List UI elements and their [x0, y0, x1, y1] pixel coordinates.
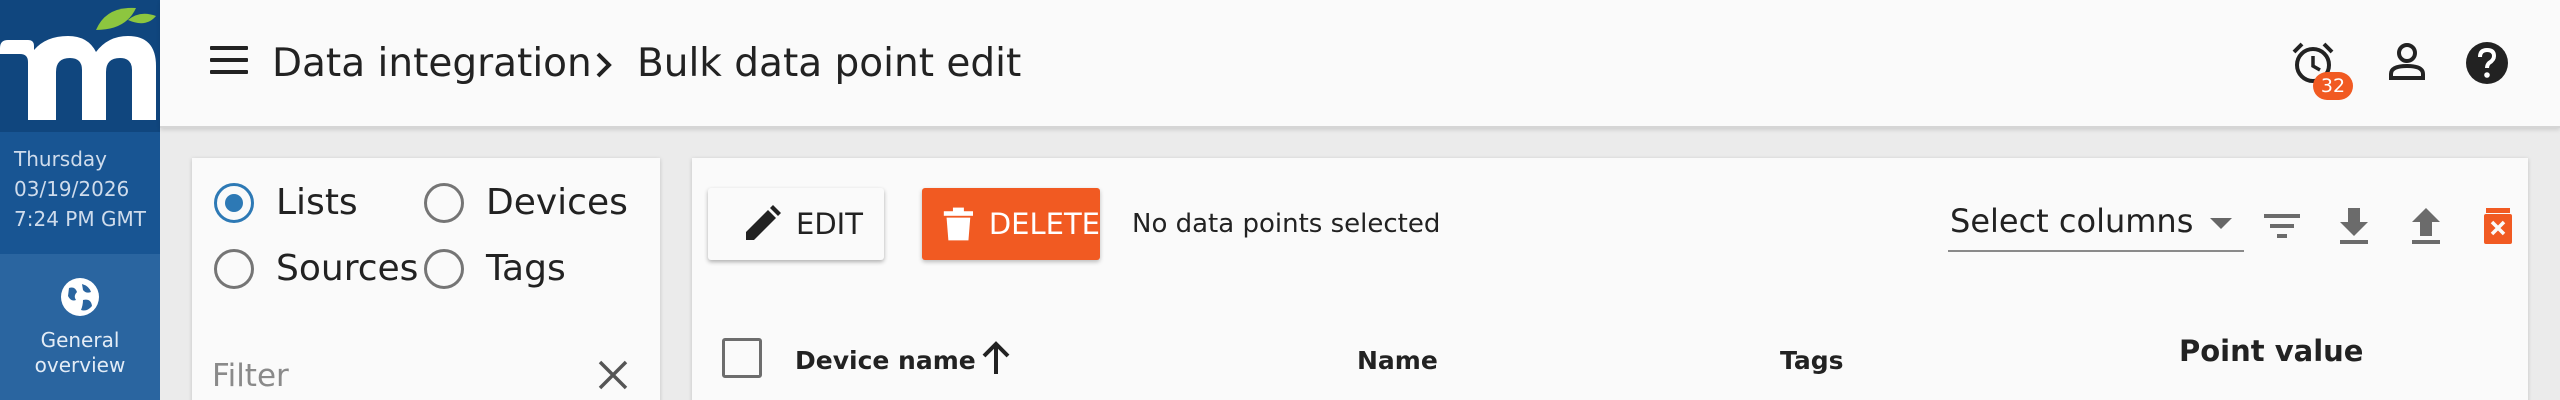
nav-item-label-line2: overview — [34, 353, 126, 377]
person-icon[interactable] — [2382, 38, 2432, 88]
column-header-tags[interactable]: Tags — [1780, 346, 1843, 375]
radio-lists[interactable]: Lists — [214, 182, 358, 223]
help-icon[interactable] — [2462, 38, 2512, 88]
select-all-checkbox[interactable] — [722, 338, 762, 378]
menu-icon[interactable] — [210, 46, 248, 80]
chevron-down-icon — [2210, 218, 2232, 229]
column-header-name[interactable]: Name — [1357, 346, 1438, 375]
filter-panel: Lists Devices Sources Tags — [192, 158, 660, 400]
select-columns-dropdown[interactable]: Select columns — [1948, 194, 2244, 252]
selection-status: No data points selected — [1132, 209, 1441, 239]
radio-tags[interactable]: Tags — [424, 248, 566, 289]
chevron-right-icon — [596, 52, 612, 78]
radio-label: Sources — [276, 248, 419, 289]
upload-icon[interactable] — [2404, 204, 2448, 248]
delete-filter-icon[interactable] — [2476, 204, 2520, 248]
edit-button-label: EDIT — [796, 207, 863, 241]
radio-circle[interactable] — [214, 248, 254, 289]
globe-icon — [61, 278, 99, 316]
radio-circle[interactable] — [424, 248, 464, 289]
date-time-display: Thursday 03/19/2026 7:24 PM GMT — [0, 132, 160, 254]
select-columns-label: Select columns — [1950, 202, 2194, 240]
left-rail: Thursday 03/19/2026 7:24 PM GMT General … — [0, 0, 160, 400]
pencil-icon — [746, 205, 781, 240]
radio-circle[interactable] — [214, 182, 254, 223]
day-label: Thursday — [14, 147, 107, 171]
app-logo[interactable] — [0, 0, 160, 132]
top-header: Data integration Bulk data point edit 32 — [160, 0, 2560, 128]
radio-devices[interactable]: Devices — [424, 182, 628, 223]
radio-sources[interactable]: Sources — [214, 248, 418, 289]
page-title: Bulk data point edit — [637, 41, 1022, 86]
date-label: 03/19/2026 — [14, 177, 130, 201]
filter-input[interactable] — [212, 352, 572, 400]
trash-icon — [943, 207, 974, 241]
radio-label: Devices — [486, 182, 628, 223]
edit-button[interactable]: EDIT — [708, 188, 884, 260]
alarm-count-badge: 32 — [2313, 72, 2353, 100]
filter-list-icon[interactable] — [2260, 204, 2304, 248]
delete-button[interactable]: DELETE — [922, 188, 1100, 260]
radio-label: Lists — [276, 182, 358, 223]
breadcrumb-data-integration[interactable]: Data integration — [272, 40, 592, 88]
logo-icon — [0, 7, 156, 120]
radio-circle[interactable] — [424, 182, 464, 223]
time-label: 7:24 PM GMT — [14, 207, 146, 231]
nav-item-label-line1: General — [40, 328, 120, 352]
data-points-panel: EDIT DELETE No data points selected Sele… — [692, 158, 2528, 400]
column-header-point-value[interactable]: Point value — [2179, 334, 2363, 368]
nav-item-general-overview[interactable]: General overview — [0, 254, 160, 400]
column-header-device-name[interactable]: Device name — [795, 346, 976, 375]
arrow-up-icon[interactable] — [976, 338, 1016, 378]
delete-button-label: DELETE — [988, 207, 1100, 241]
download-icon[interactable] — [2332, 204, 2376, 248]
radio-label: Tags — [486, 248, 566, 289]
filter-field — [212, 338, 640, 400]
close-icon[interactable] — [596, 358, 630, 392]
